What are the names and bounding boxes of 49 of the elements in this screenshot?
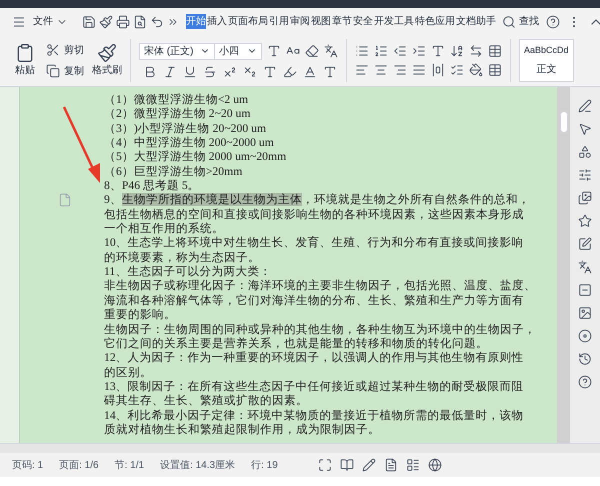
- status-item: 页面: 1/6: [59, 458, 99, 472]
- document-line: 质就对植物生长和繁殖起限制作用，成为限制因子。: [104, 422, 381, 438]
- ribbon-tab[interactable]: 视图: [311, 14, 331, 29]
- document-line: 的区别。: [104, 366, 153, 380]
- document-line: 的环境要素，称为生态因子。: [104, 250, 261, 266]
- document-line: （2）微型浮游生物 2~20 um: [104, 107, 252, 122]
- document-line: 海流和各种溶解气体等，它们对海洋生物的分布、生长、繁殖和生产力等方面有: [104, 294, 525, 308]
- document-line: 包括生物栖息的空间和直接或间接影响生物的各种环境因素，这些因素本身形成: [104, 208, 525, 222]
- document-line: （1）微微型浮游生物<2 um: [104, 93, 250, 108]
- document-line: 重要的影响。: [104, 308, 177, 322]
- copy-button[interactable]: 复制: [64, 64, 84, 78]
- font-size-select[interactable]: 小四: [214, 42, 262, 60]
- document-line: 8、P46 思考题 5。: [104, 179, 201, 194]
- document-line: 生物因子：生物周围的同种或异种的其他生物，各种生物互为环境中的生物因子，: [104, 322, 536, 337]
- ribbon-tab[interactable]: 章节: [332, 14, 352, 29]
- document-line: 非生物因子或称理化因子：海洋环境的主要非生物因子，包括光照、温度、盐度、: [104, 279, 536, 294]
- status-item: 行: 19: [251, 458, 278, 472]
- document-line: （3）)小型浮游生物 20~200 um: [104, 122, 268, 136]
- file-menu[interactable]: 文件: [33, 14, 53, 29]
- ribbon-tab[interactable]: 页面布局: [228, 14, 268, 29]
- ribbon-tab[interactable]: 审阅: [290, 14, 310, 29]
- document-line: （4）中型浮游生物 200~2000 um: [104, 136, 275, 150]
- format-painter-button[interactable]: 格式刷: [92, 63, 122, 78]
- find-button[interactable]: 查找: [519, 14, 539, 29]
- document-line: 一个相互作用的系统。: [104, 222, 225, 236]
- document-line: 13、限制因子：在所有这些生态因子中任何接近或超过某种生物的耐受极限而阻: [104, 380, 525, 394]
- document-line: （6）巨型浮游生物>20mm: [104, 164, 244, 180]
- document-line: （5）大型浮游生物 2000 um~20mm: [104, 150, 288, 165]
- ribbon-tab[interactable]: 插入: [207, 14, 227, 29]
- document-line: 14、利比希最小因子定律：环境中某物质的量接近于植物所需的最低量时，该物: [104, 408, 525, 423]
- document-line: 它们之间的关系主要是营养关系，也就是能量的转移和物质的转化问题。: [104, 336, 489, 352]
- ribbon-tab[interactable]: 文档助手: [456, 14, 496, 29]
- document-line: 9、生物学所指的环境是以生物为主体，环境就是生物之外所有自然条件的总和，: [104, 193, 531, 208]
- status-item: 设置值: 14.3厘米: [160, 458, 236, 472]
- font-select[interactable]: 宋体 (正文): [139, 42, 215, 60]
- document-line: 12、人为因子：作为一种重要的环境因子，以强调人的作用与其他生物有原则性: [104, 351, 525, 366]
- ribbon-tab[interactable]: 开始: [186, 14, 206, 29]
- document-line: 碍其生存、生长、繁殖或扩散的因素。: [104, 394, 309, 409]
- ribbon-tab[interactable]: 安全: [353, 14, 373, 29]
- style-normal[interactable]: AaBbCcDd 正文: [519, 39, 574, 82]
- document-line: 10、生态学上将环境中对生物生长、发育、生殖、行为和分布有直接或间接影响: [104, 236, 525, 251]
- status-item: 页码: 1: [12, 458, 44, 472]
- paste-button[interactable]: 粘贴: [15, 63, 35, 78]
- cut-button[interactable]: 剪切: [64, 42, 84, 58]
- ribbon-tab[interactable]: 开发工具: [374, 14, 414, 29]
- status-item: 节: 1/1: [114, 458, 144, 472]
- ribbon-tab[interactable]: 特色应用: [415, 14, 455, 29]
- ribbon-tab[interactable]: 引用: [269, 14, 289, 29]
- document-line: 11、生态因子可以分为两大类：: [104, 265, 272, 280]
